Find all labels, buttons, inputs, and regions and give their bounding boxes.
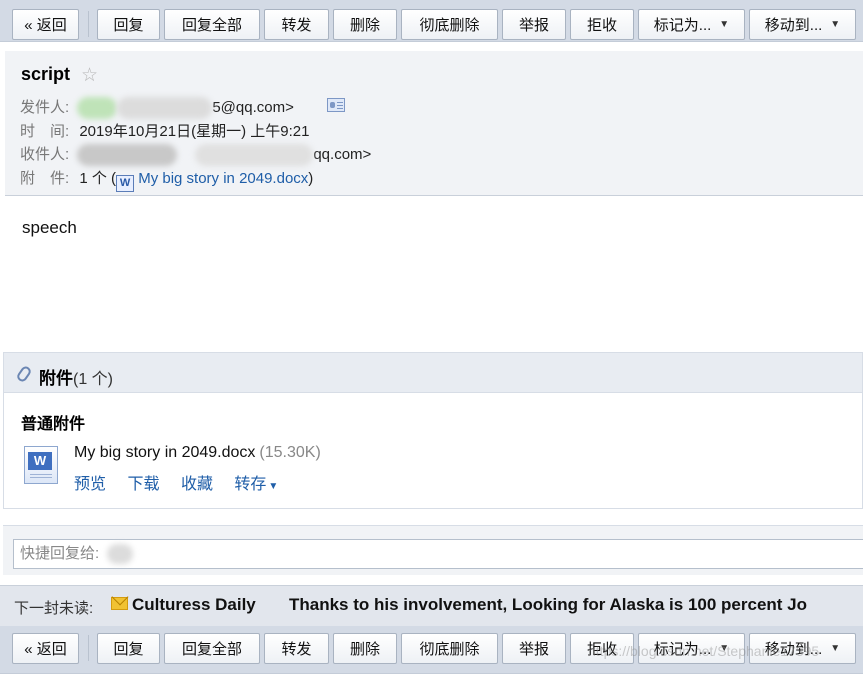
favorite-link[interactable]: 收藏 — [181, 476, 213, 493]
chevron-down-icon: ▼ — [719, 19, 730, 30]
normal-attachments-label: 普通附件 — [21, 416, 86, 433]
mark-as-dropdown[interactable]: 标记为... ▼ — [638, 9, 745, 40]
from-row: 发件人: 5@qq.com> — [20, 96, 294, 120]
reply-all-button[interactable]: 回复全部 — [164, 9, 260, 40]
contact-card-icon[interactable] — [327, 98, 345, 112]
chevron-down-icon: ▼ — [268, 481, 279, 492]
delete-permanently-button[interactable]: 彻底删除 — [401, 9, 498, 40]
toolbar-divider — [88, 635, 89, 661]
from-label: 发件人: — [20, 99, 70, 116]
back-button[interactable]: « 返回 — [12, 9, 79, 40]
next-unread-bar: 下一封未读: Culturess Daily Thanks to his inv… — [0, 585, 863, 626]
attachment-count: 1 个 ( — [79, 170, 117, 187]
redacted-recipient-name — [77, 144, 178, 167]
attachment-actions: 预览 下载 收藏 转存 ▼ — [74, 470, 312, 494]
attachment-row: 附 件: 1 个 (W My big story in 2049.docx) — [20, 167, 313, 192]
attachment-file-name[interactable]: My big story in 2049.docx — [74, 444, 255, 461]
email-subject: script — [21, 64, 71, 84]
quick-reply-placeholder: 快捷回复给: — [20, 545, 100, 562]
watermark: https://blog.csdn.net/Stephanie17395 — [588, 643, 820, 659]
quick-reply-input[interactable]: 快捷回复给: — [13, 539, 863, 569]
redacted-sender-name — [77, 97, 118, 120]
report-button[interactable]: 举报 — [502, 633, 566, 664]
attachment-label: 附 件: — [20, 170, 70, 187]
top-toolbar: « 返回 回复 回复全部 转发 删除 彻底删除 举报 拒收 标记为... ▼ 移动… — [0, 0, 863, 42]
preview-link[interactable]: 预览 — [74, 476, 106, 493]
attachment-file: My big story in 2049.docx (15.30K) — [74, 444, 321, 462]
email-body: speech — [22, 218, 77, 237]
download-link[interactable]: 下载 — [127, 476, 159, 493]
delete-button[interactable]: 删除 — [333, 633, 397, 664]
attachment-file-size: (15.30K) — [259, 444, 321, 461]
forward-button[interactable]: 转发 — [264, 633, 329, 664]
envelope-icon — [111, 597, 128, 610]
word-logo: W — [28, 452, 52, 470]
attachment-close-paren: ) — [308, 170, 314, 187]
reply-button[interactable]: 回复 — [97, 633, 160, 664]
next-unread-sender[interactable]: Culturess Daily — [132, 595, 256, 615]
redacted-sender-address — [117, 97, 213, 120]
chevron-down-icon: ▼ — [830, 19, 841, 30]
next-unread-label: 下一封未读: — [14, 600, 94, 617]
attachments-count: (1 个) — [73, 371, 114, 388]
attachments-title: 附件(1 个) — [39, 364, 113, 389]
header-attachment-link[interactable]: My big story in 2049.docx — [138, 170, 308, 187]
attachments-title-text: 附件 — [39, 369, 73, 388]
save-to-label: 转存 — [234, 476, 267, 493]
redacted-reply-recipient — [107, 544, 134, 565]
word-doc-icon[interactable]: W — [24, 446, 58, 484]
from-value[interactable]: 5@qq.com> — [212, 99, 294, 116]
reply-all-button[interactable]: 回复全部 — [164, 633, 260, 664]
mark-as-label: 标记为... — [653, 17, 712, 34]
time-row: 时 间: 2019年10月21日(星期一) 上午9:21 — [20, 120, 309, 141]
to-value[interactable]: qq.com> — [313, 146, 371, 163]
toolbar-divider — [88, 11, 89, 37]
delete-button[interactable]: 删除 — [333, 9, 397, 40]
attachments-header: 附件(1 个) — [4, 353, 862, 393]
to-row: 收件人: qq.com> — [20, 143, 371, 167]
save-to-dropdown[interactable]: 转存 ▼ — [234, 476, 295, 493]
delete-permanently-button[interactable]: 彻底删除 — [401, 633, 498, 664]
move-to-dropdown[interactable]: 移动到... ▼ — [749, 9, 856, 40]
time-label: 时 间: — [20, 123, 70, 140]
paperclip-icon — [15, 364, 33, 384]
next-unread-subject[interactable]: Thanks to his involvement, Looking for A… — [289, 595, 807, 615]
attachments-panel: 附件(1 个) 普通附件 W My big story in 2049.docx… — [3, 352, 863, 509]
star-icon[interactable]: ☆ — [81, 64, 98, 87]
quick-reply-area: 快捷回复给: — [3, 525, 863, 575]
move-to-label: 移动到... — [764, 17, 823, 34]
reject-button[interactable]: 拒收 — [570, 9, 634, 40]
back-button[interactable]: « 返回 — [12, 633, 79, 664]
chevron-down-icon: ▼ — [830, 643, 841, 654]
doc-lines — [30, 474, 52, 475]
to-label: 收件人: — [20, 146, 70, 163]
email-header: script ☆ 发件人: 5@qq.com> 时 间: 2019年10月21日… — [5, 51, 863, 196]
forward-button[interactable]: 转发 — [264, 9, 329, 40]
report-button[interactable]: 举报 — [502, 9, 566, 40]
word-doc-icon: W — [116, 175, 135, 192]
time-value: 2019年10月21日(星期一) 上午9:21 — [79, 123, 310, 140]
redacted-recipient-address — [195, 144, 314, 167]
reply-button[interactable]: 回复 — [97, 9, 160, 40]
